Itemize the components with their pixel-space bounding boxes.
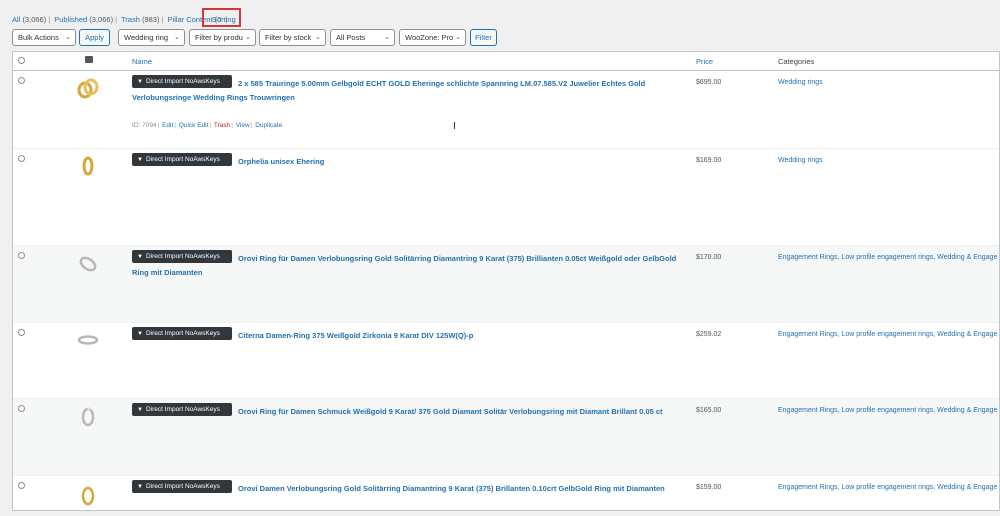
product-thumbnail[interactable] xyxy=(75,250,101,276)
status-link-sorting[interactable]: Sorting xyxy=(212,15,236,24)
table-header: Name Price Categories xyxy=(13,52,999,71)
product-categories[interactable]: Engagement Rings, Low profile engagement… xyxy=(778,484,997,491)
table-row: ▼ Direct Import NoAwsKeys Orovi Ring für … xyxy=(13,246,999,323)
product-title-link[interactable]: Orovi Damen Verlobungsring Gold Solitärr… xyxy=(132,482,680,496)
table-row: ▼ Direct Import NoAwsKeys Orphelia unisex… xyxy=(13,149,999,246)
filter-button[interactable]: Filter xyxy=(470,29,497,46)
column-header-categories: Categories xyxy=(778,57,815,66)
quick-edit-link[interactable]: Quick Edit xyxy=(179,122,209,129)
image-icon xyxy=(85,56,93,63)
posts-filter-value: All Posts xyxy=(336,33,366,42)
product-price: $259.02 xyxy=(696,331,722,338)
product-price: $170.00 xyxy=(696,254,722,261)
product-categories[interactable]: Engagement Rings, Low profile engagement… xyxy=(778,254,997,261)
edit-link[interactable]: Edit xyxy=(162,122,173,129)
row-checkbox[interactable] xyxy=(18,77,25,84)
row-checkbox[interactable] xyxy=(18,155,25,162)
product-thumbnail[interactable] xyxy=(75,327,101,353)
category-filter-value: Wedding ring xyxy=(124,33,169,42)
woozone-filter-select[interactable]: WooZone: Pro ⌄ xyxy=(399,29,466,46)
chevron-down-icon: ⌄ xyxy=(245,34,251,41)
select-all-checkbox[interactable] xyxy=(18,57,25,64)
table-row: ▼ Direct Import NoAwsKeys Citerna Damen-R… xyxy=(13,323,999,399)
product-type-filter-select[interactable]: Filter by produ ⌄ xyxy=(189,29,256,46)
text-cursor-icon: I xyxy=(453,121,456,132)
product-title-link[interactable]: Citerna Damen-Ring 375 Weißgold Zirkonia… xyxy=(132,329,680,343)
duplicate-link[interactable]: Duplicate xyxy=(255,122,282,129)
posts-filter-select[interactable]: All Posts ⌄ xyxy=(330,29,395,46)
row-checkbox[interactable] xyxy=(18,252,25,259)
row-checkbox[interactable] xyxy=(18,329,25,336)
product-categories[interactable]: Engagement Rings, Low profile engagement… xyxy=(778,331,997,338)
apply-button[interactable]: Apply xyxy=(79,29,110,46)
category-filter-select[interactable]: Wedding ring ⌄ xyxy=(118,29,185,46)
products-table: Name Price Categories ▼ Direct Import NoA… xyxy=(12,51,1000,516)
product-type-filter-value: Filter by produ xyxy=(195,33,243,42)
stock-filter-select[interactable]: Filter by stock ⌄ xyxy=(259,29,326,46)
product-thumbnail[interactable] xyxy=(75,153,101,179)
bulk-actions-value: Bulk Actions xyxy=(18,33,59,42)
column-header-price[interactable]: Price xyxy=(696,57,713,66)
product-title-link[interactable]: Orovi Ring für Damen Schmuck Weißgold 9 … xyxy=(132,405,680,419)
bulk-actions-select[interactable]: Bulk Actions ⌄ xyxy=(12,29,76,46)
product-id: ID: 7094 xyxy=(132,122,157,129)
product-price: $695.00 xyxy=(696,79,722,86)
row-checkbox[interactable] xyxy=(18,482,25,489)
row-checkbox[interactable] xyxy=(18,405,25,412)
product-thumbnail[interactable] xyxy=(75,403,101,429)
trash-link[interactable]: Trash xyxy=(214,122,230,129)
status-link-published[interactable]: Published (3,066) xyxy=(54,15,113,24)
product-thumbnail[interactable] xyxy=(75,480,101,506)
woozone-filter-value: WooZone: Pro xyxy=(405,33,454,42)
product-thumbnail[interactable] xyxy=(75,75,101,101)
chevron-down-icon: ⌄ xyxy=(65,34,71,41)
table-row: ▼ Direct Import NoAwsKeys Orovi Damen Ver… xyxy=(13,476,999,516)
product-categories[interactable]: Wedding rings xyxy=(778,157,823,164)
product-title-link[interactable]: Orphelia unisex Ehering xyxy=(132,155,680,169)
status-link-all[interactable]: All (3,066) xyxy=(12,15,46,24)
stock-filter-value: Filter by stock xyxy=(265,33,312,42)
chevron-down-icon: ⌄ xyxy=(455,34,461,41)
row-actions: ID: 7094| Edit| Quick Edit| Trash| View|… xyxy=(132,122,283,129)
column-header-name[interactable]: Name xyxy=(132,57,152,66)
table-row: ▼ Direct Import NoAwsKeys Orovi Ring für … xyxy=(13,399,999,476)
product-price: $159.00 xyxy=(696,484,722,491)
product-title-link[interactable]: Orovi Ring für Damen Verlobungsring Gold… xyxy=(132,252,680,280)
view-link[interactable]: View xyxy=(236,122,250,129)
status-filter-links: All (3,066) | Published (3,066) | Trash (9… xyxy=(12,15,228,24)
chevron-down-icon: ⌄ xyxy=(315,34,321,41)
chevron-down-icon: ⌄ xyxy=(174,34,180,41)
product-categories[interactable]: Wedding rings xyxy=(778,79,823,86)
product-price: $165.00 xyxy=(696,407,722,414)
status-link-trash[interactable]: Trash (983) xyxy=(121,15,160,24)
product-price: $169.00 xyxy=(696,157,722,164)
product-categories[interactable]: Engagement Rings, Low profile engagement… xyxy=(778,407,997,414)
product-title-link[interactable]: 2 x 585 Trauringe 5.00mm Gelbgold ECHT G… xyxy=(132,77,680,105)
chevron-down-icon: ⌄ xyxy=(384,34,390,41)
table-row: ▼ Direct Import NoAwsKeys 2 x 585 Traurin… xyxy=(13,71,999,149)
